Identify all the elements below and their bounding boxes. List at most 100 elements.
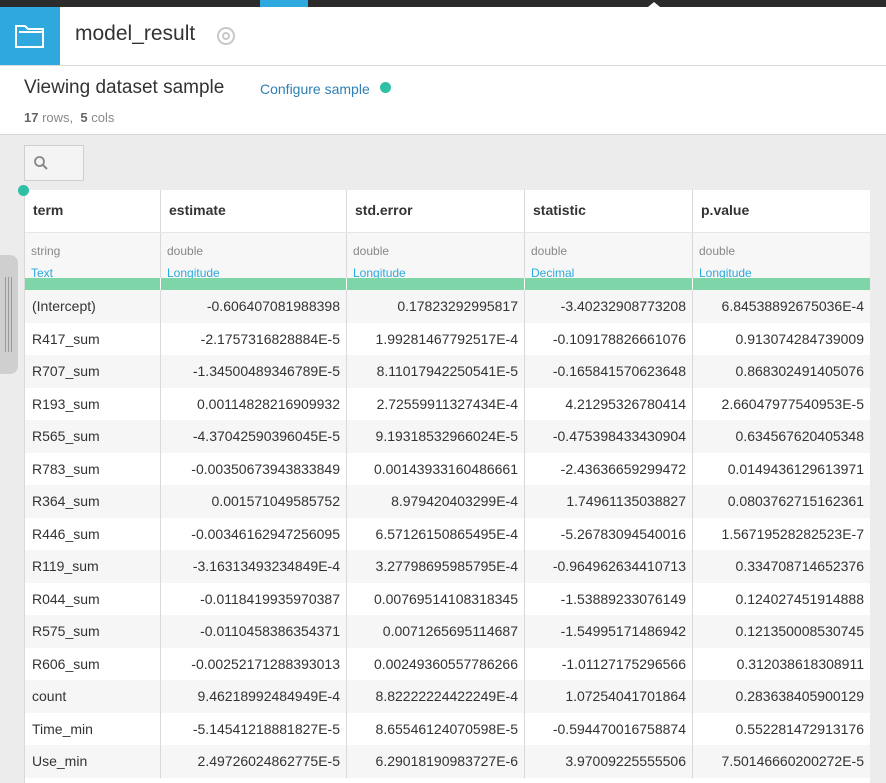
table-cell-estimate[interactable]: -4.37042590396045E-5 <box>161 420 347 453</box>
table-cell-p-value[interactable]: 0.868302491405076 <box>693 355 871 388</box>
compass-icon[interactable] <box>216 26 236 46</box>
table-row[interactable]: count 9.46218992484949E-4 8.82222224422249… <box>25 680 871 713</box>
table-cell-p-value[interactable]: 0.634567620405348 <box>693 420 871 453</box>
table-cell-p-value[interactable]: 0.312038618308911 <box>693 647 871 680</box>
configure-sample-link[interactable]: Configure sample <box>260 81 370 97</box>
table-cell-term[interactable]: (Intercept) <box>25 290 161 323</box>
table-row[interactable]: R565_sum -4.37042590396045E-5 9.1931853296… <box>25 420 871 453</box>
table-cell-p-value[interactable]: 0.913074284739009 <box>693 322 871 355</box>
table-cell-estimate[interactable]: -0.00252171288393013 <box>161 647 347 680</box>
table-cell-statistic[interactable]: -3.40232908773208 <box>525 290 693 323</box>
table-cell-p-value[interactable]: 0.0803762715162361 <box>693 485 871 518</box>
table-cell-statistic[interactable]: 1.74961135038827 <box>525 485 693 518</box>
table-cell-statistic[interactable]: 4.21295326780414 <box>525 387 693 420</box>
table-cell-statistic[interactable]: -1.53889233076149 <box>525 582 693 615</box>
table-row[interactable]: R707_sum -1.34500489346789E-5 8.1101794225… <box>25 355 871 388</box>
dataset-icon-button[interactable] <box>0 7 60 65</box>
table-row[interactable]: R193_sum 0.00114828216909932 2.72559911327… <box>25 387 871 420</box>
table-cell-p-value[interactable]: 1.56719528282523E-7 <box>693 517 871 550</box>
table-cell-std-error[interactable]: 6.29018190983727E-6 <box>347 745 525 778</box>
table-cell-p-value[interactable]: 0.0149436129613971 <box>693 452 871 485</box>
table-cell-estimate[interactable]: -5.14541218881827E-5 <box>161 712 347 745</box>
table-cell-std-error[interactable]: 8.11017942250541E-5 <box>347 355 525 388</box>
table-cell-estimate[interactable]: -0.606407081988398 <box>161 290 347 323</box>
table-row[interactable]: R783_sum -0.00350673943833849 0.0014393316… <box>25 452 871 485</box>
table-cell-estimate[interactable]: -3.16313493234849E-4 <box>161 550 347 583</box>
table-cell-term[interactable]: R707_sum <box>25 355 161 388</box>
table-cell-term[interactable]: R044_sum <box>25 582 161 615</box>
table-cell-term[interactable]: R565_sum <box>25 420 161 453</box>
table-cell-estimate[interactable]: 0.00114828216909932 <box>161 387 347 420</box>
table-row[interactable]: R606_sum -0.00252171288393013 0.0024936055… <box>25 647 871 680</box>
table-cell-std-error[interactable]: 8.65546124070598E-5 <box>347 712 525 745</box>
table-cell-statistic[interactable]: -0.475398433430904 <box>525 420 693 453</box>
column-header-p-value[interactable]: p.value <box>693 190 871 232</box>
table-row[interactable]: Time_min -5.14541218881827E-5 8.6554612407… <box>25 712 871 745</box>
table-cell-term[interactable]: R417_sum <box>25 322 161 355</box>
table-cell-p-value[interactable]: 0.334708714652376 <box>693 550 871 583</box>
table-cell-estimate[interactable]: 2.49726024862775E-5 <box>161 745 347 778</box>
table-cell-estimate[interactable]: -0.00346162947256095 <box>161 517 347 550</box>
table-cell-p-value[interactable]: 0.121350008530745 <box>693 615 871 648</box>
table-cell-estimate[interactable]: 9.46218992484949E-4 <box>161 680 347 713</box>
table-cell-std-error[interactable]: 0.00249360557786266 <box>347 647 525 680</box>
table-cell-p-value[interactable]: 0.552281472913176 <box>693 712 871 745</box>
table-cell-std-error[interactable]: 3.27798695985795E-4 <box>347 550 525 583</box>
table-cell-term[interactable]: R783_sum <box>25 452 161 485</box>
table-cell-statistic[interactable]: -1.01127175296566 <box>525 647 693 680</box>
table-cell-p-value[interactable]: 0.124027451914888 <box>693 582 871 615</box>
table-cell-p-value[interactable]: 7.50146660200272E-5 <box>693 745 871 778</box>
table-cell-term[interactable]: Time_min <box>25 712 161 745</box>
table-cell-statistic[interactable]: -2.43636659299472 <box>525 452 693 485</box>
table-cell-statistic[interactable]: 1.07254041701864 <box>525 680 693 713</box>
table-row[interactable]: R044_sum -0.0118419935970387 0.00769514108… <box>25 582 871 615</box>
table-cell-std-error[interactable]: 8.82222224422249E-4 <box>347 680 525 713</box>
column-header-term[interactable]: term <box>25 190 161 232</box>
table-cell-term[interactable]: count <box>25 680 161 713</box>
table-cell-term[interactable]: R606_sum <box>25 647 161 680</box>
table-cell-statistic[interactable]: 3.97009225555506 <box>525 745 693 778</box>
table-cell-estimate[interactable]: -1.34500489346789E-5 <box>161 355 347 388</box>
table-cell-estimate[interactable]: -0.0118419935970387 <box>161 582 347 615</box>
table-cell-statistic[interactable]: -1.54995171486942 <box>525 615 693 648</box>
table-cell-estimate[interactable]: 0.001571049585752 <box>161 485 347 518</box>
table-row[interactable]: R119_sum -3.16313493234849E-4 3.2779869598… <box>25 550 871 583</box>
table-row[interactable]: R446_sum -0.00346162947256095 6.5712615086… <box>25 517 871 550</box>
table-cell-std-error[interactable]: 0.17823292995817 <box>347 290 525 323</box>
table-cell-statistic[interactable]: -0.964962634410713 <box>525 550 693 583</box>
table-cell-statistic[interactable]: -0.594470016758874 <box>525 712 693 745</box>
table-cell-p-value[interactable]: 2.66047977540953E-5 <box>693 387 871 420</box>
table-cell-estimate[interactable]: -2.1757316828884E-5 <box>161 322 347 355</box>
table-cell-std-error[interactable]: 6.57126150865495E-4 <box>347 517 525 550</box>
table-cell-p-value[interactable]: 6.84538892675036E-4 <box>693 290 871 323</box>
table-cell-p-value[interactable]: 0.283638405900129 <box>693 680 871 713</box>
table-cell-term[interactable]: R193_sum <box>25 387 161 420</box>
table-cell-estimate[interactable]: -0.0110458386354371 <box>161 615 347 648</box>
column-header-statistic[interactable]: statistic <box>525 190 693 232</box>
table-cell-term[interactable]: R119_sum <box>25 550 161 583</box>
table-cell-std-error[interactable]: 1.99281467792517E-4 <box>347 322 525 355</box>
table-cell-std-error[interactable]: 2.72559911327434E-4 <box>347 387 525 420</box>
table-cell-std-error[interactable]: 0.00769514108318345 <box>347 582 525 615</box>
table-cell-term[interactable]: R446_sum <box>25 517 161 550</box>
table-cell-std-error[interactable]: 0.0071265695114687 <box>347 615 525 648</box>
table-cell-statistic[interactable]: -0.165841570623648 <box>525 355 693 388</box>
table-cell-std-error[interactable]: 9.19318532966024E-5 <box>347 420 525 453</box>
table-row[interactable]: (Intercept) -0.606407081988398 0.178232929… <box>25 290 871 323</box>
table-row[interactable]: R575_sum -0.0110458386354371 0.00712656951… <box>25 615 871 648</box>
table-cell-term[interactable]: Use_min <box>25 745 161 778</box>
sidebar-drag-handle[interactable] <box>0 255 18 374</box>
column-header-estimate[interactable]: estimate <box>161 190 347 232</box>
column-header-std-error[interactable]: std.error <box>347 190 525 232</box>
table-cell-statistic[interactable]: -5.26783094540016 <box>525 517 693 550</box>
search-input[interactable] <box>24 145 84 181</box>
table-cell-std-error[interactable]: 8.979420403299E-4 <box>347 485 525 518</box>
table-cell-estimate[interactable]: -0.00350673943833849 <box>161 452 347 485</box>
vertical-scrollbar[interactable] <box>870 190 886 783</box>
table-cell-std-error[interactable]: 0.00143933160486661 <box>347 452 525 485</box>
table-cell-statistic[interactable]: -0.109178826661076 <box>525 322 693 355</box>
table-row[interactable]: R364_sum 0.001571049585752 8.979420403299E… <box>25 485 871 518</box>
table-cell-term[interactable]: R364_sum <box>25 485 161 518</box>
table-row[interactable]: R417_sum -2.1757316828884E-5 1.99281467792… <box>25 322 871 355</box>
table-row[interactable]: Use_min 2.49726024862775E-5 6.290181909837… <box>25 745 871 778</box>
